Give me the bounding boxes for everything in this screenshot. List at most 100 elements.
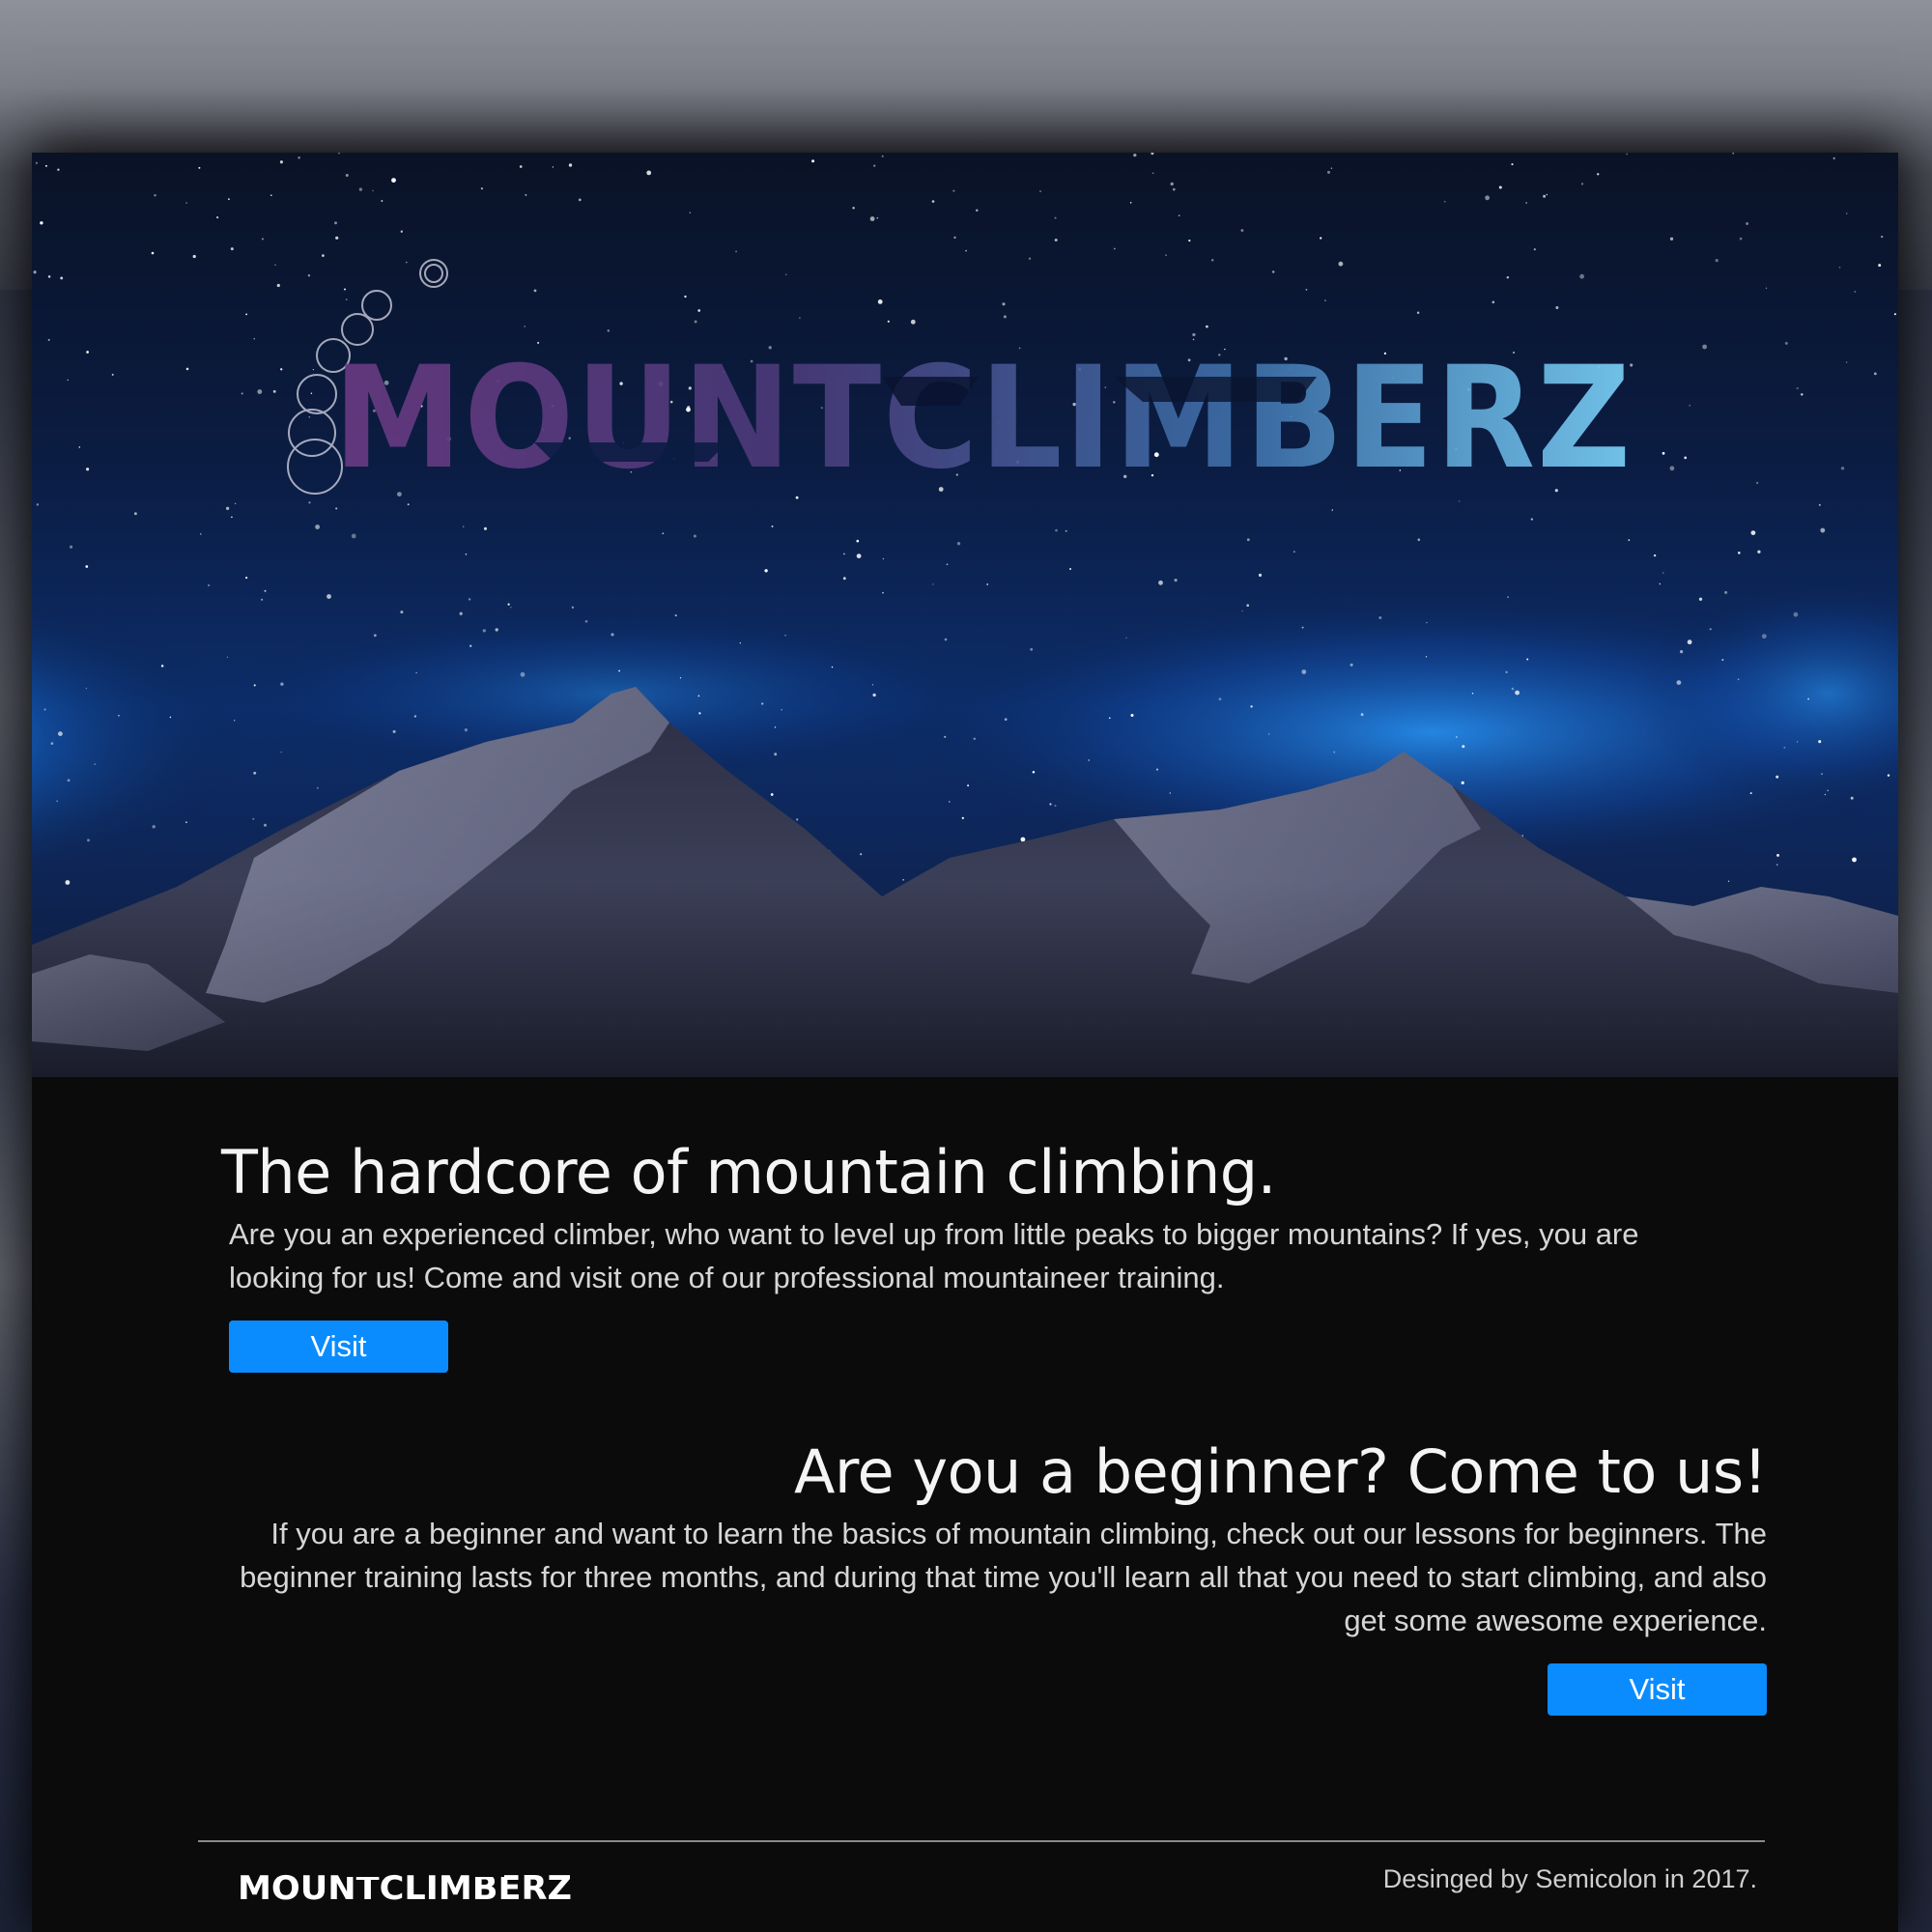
star [552, 166, 554, 168]
section-body: If you are a beginner and want to learn … [240, 1517, 1767, 1638]
star [1526, 658, 1529, 661]
star [264, 823, 267, 827]
star [1129, 202, 1132, 204]
star [1893, 313, 1896, 316]
star [533, 289, 537, 293]
star [1172, 187, 1176, 191]
star [1485, 195, 1490, 201]
star [764, 569, 768, 573]
star [1757, 550, 1761, 554]
star [1151, 172, 1154, 174]
star [272, 389, 276, 393]
star [1505, 670, 1508, 674]
star [198, 166, 201, 169]
star [372, 189, 374, 192]
star [307, 274, 311, 277]
star [679, 677, 682, 679]
star [87, 838, 90, 842]
star [192, 254, 196, 259]
star [1746, 222, 1749, 225]
star [261, 238, 264, 241]
star [185, 202, 188, 204]
star [43, 708, 46, 711]
star [392, 729, 396, 733]
star [1049, 803, 1052, 806]
star [1305, 289, 1308, 291]
star [1887, 774, 1890, 777]
star [245, 577, 248, 580]
star [882, 592, 884, 594]
star [1852, 857, 1857, 863]
star [932, 583, 934, 585]
star [1662, 572, 1664, 574]
star [1130, 713, 1134, 718]
star [1293, 551, 1295, 553]
star [216, 216, 219, 219]
star [1471, 692, 1474, 695]
star [1301, 669, 1307, 674]
star [40, 221, 43, 225]
star [65, 880, 71, 885]
star [1840, 467, 1845, 470]
star [316, 786, 319, 789]
star [1838, 267, 1841, 269]
star [1727, 880, 1730, 882]
star [1721, 659, 1724, 662]
star [684, 295, 687, 298]
star [771, 525, 774, 527]
star [338, 153, 340, 155]
star [967, 784, 970, 787]
star [952, 189, 955, 192]
star [1525, 202, 1527, 204]
footer-logo[interactable]: MOUNTCLIMBERZ [238, 1862, 585, 1913]
star [391, 178, 396, 183]
star [1065, 529, 1067, 532]
star [796, 818, 799, 821]
star [944, 735, 947, 738]
star [1580, 183, 1584, 185]
star [407, 503, 410, 506]
star [261, 598, 264, 601]
section-advanced: The hardcore of mountain climbing. Are y… [221, 1138, 1767, 1374]
star [1301, 626, 1304, 629]
star [949, 801, 951, 803]
star [1169, 792, 1171, 794]
star [1749, 792, 1752, 795]
star [1689, 404, 1691, 407]
star [1750, 530, 1756, 535]
svg-text:MOUNTCLIMBERZ: MOUNTCLIMBERZ [238, 1869, 572, 1908]
star [1331, 509, 1334, 511]
star [1330, 167, 1333, 169]
visit-button[interactable]: Visit [229, 1321, 448, 1374]
star [1845, 361, 1848, 363]
star [85, 565, 89, 568]
star [856, 554, 862, 558]
star [584, 619, 588, 623]
star [662, 532, 665, 535]
star [1801, 393, 1804, 396]
star [47, 275, 51, 278]
star [697, 695, 700, 697]
star [510, 607, 512, 609]
visit-button[interactable]: Visit [1548, 1663, 1767, 1717]
star [1458, 500, 1461, 502]
star [241, 392, 243, 395]
star [1739, 237, 1743, 241]
star [1626, 153, 1628, 156]
star [831, 666, 834, 668]
star [568, 163, 573, 167]
star [308, 415, 311, 418]
star [373, 634, 377, 638]
star [1543, 194, 1547, 198]
star [1426, 621, 1428, 624]
star [228, 198, 230, 200]
star [253, 338, 255, 340]
star [618, 669, 620, 672]
star [852, 207, 855, 210]
star [607, 329, 611, 332]
star [207, 583, 211, 587]
star [312, 368, 315, 371]
star [1827, 789, 1830, 792]
star [60, 276, 64, 280]
star [1416, 311, 1420, 314]
